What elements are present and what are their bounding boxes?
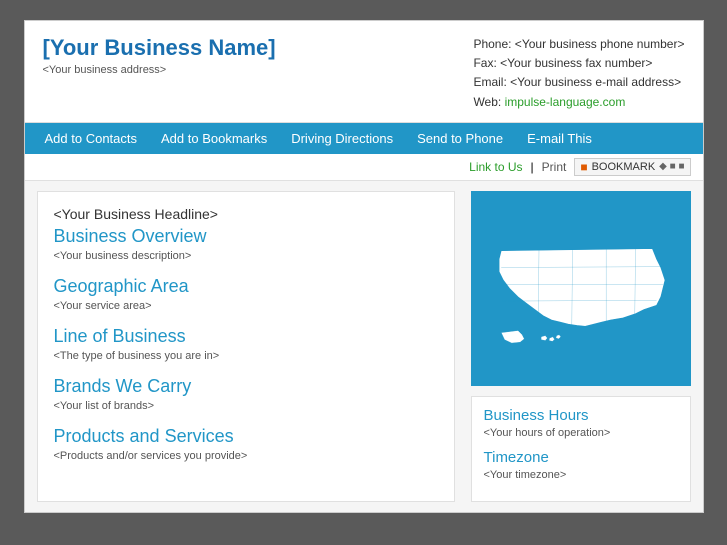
link-to-us-link[interactable]: Link to Us (469, 160, 522, 174)
toolbar-separator: | (531, 160, 534, 174)
right-info: Business Hours <Your hours of operation>… (471, 396, 691, 502)
nav-email-this[interactable]: E-mail This (515, 123, 604, 154)
business-name: [Your Business Name] (43, 35, 276, 61)
geographic-area-desc: <Your service area> (54, 300, 438, 312)
products-title: Products and Services (54, 426, 438, 447)
bookmark-button[interactable]: ■ BOOKMARK ◆ ■ ■ (574, 158, 690, 176)
brands-title: Brands We Carry (54, 376, 438, 397)
toolbar: Link to Us | Print ■ BOOKMARK ◆ ■ ■ (25, 154, 703, 181)
line-of-business-title: Line of Business (54, 326, 438, 347)
header-right: Phone: <Your business phone number> Fax:… (473, 35, 684, 112)
brands-desc: <Your list of brands> (54, 400, 438, 412)
geographic-area-title: Geographic Area (54, 276, 438, 297)
map-container (471, 191, 691, 386)
header: [Your Business Name] <Your business addr… (25, 21, 703, 123)
business-hours-title: Business Hours (484, 407, 678, 424)
nav-driving-directions[interactable]: Driving Directions (279, 123, 405, 154)
phone-info: Phone: <Your business phone number> (473, 35, 684, 54)
main-content: <Your Business Headline> Business Overvi… (25, 181, 703, 512)
line-of-business-desc: <The type of business you are in> (54, 350, 438, 362)
nav-add-contacts[interactable]: Add to Contacts (33, 123, 150, 154)
business-overview-desc: <Your business description> (54, 250, 438, 262)
timezone-title: Timezone (484, 449, 678, 466)
bookmark-label: BOOKMARK (592, 161, 656, 173)
us-map-svg (476, 196, 686, 381)
print-link[interactable]: Print (542, 160, 567, 174)
email-info: Email: <Your business e-mail address> (473, 73, 684, 92)
business-overview-title: Business Overview (54, 226, 438, 247)
right-panel: Business Hours <Your hours of operation>… (471, 191, 691, 502)
business-headline: <Your Business Headline> (54, 206, 438, 222)
nav-add-bookmarks[interactable]: Add to Bookmarks (149, 123, 279, 154)
bookmark-extra-icons: ◆ ■ ■ (659, 161, 684, 172)
bookmark-icon: ■ (580, 160, 587, 174)
nav-bar: Add to Contacts Add to Bookmarks Driving… (25, 123, 703, 154)
nav-send-to-phone[interactable]: Send to Phone (405, 123, 515, 154)
business-address: <Your business address> (43, 64, 276, 76)
timezone-desc: <Your timezone> (484, 469, 678, 481)
web-label: Web: (473, 95, 501, 109)
page-wrapper: [Your Business Name] <Your business addr… (24, 20, 704, 513)
products-desc: <Products and/or services you provide> (54, 450, 438, 462)
web-info: Web: impulse-language.com (473, 93, 684, 112)
left-panel: <Your Business Headline> Business Overvi… (37, 191, 455, 502)
web-url-link[interactable]: impulse-language.com (505, 95, 626, 109)
business-hours-desc: <Your hours of operation> (484, 427, 678, 439)
fax-info: Fax: <Your business fax number> (473, 54, 684, 73)
header-left: [Your Business Name] <Your business addr… (43, 35, 276, 76)
